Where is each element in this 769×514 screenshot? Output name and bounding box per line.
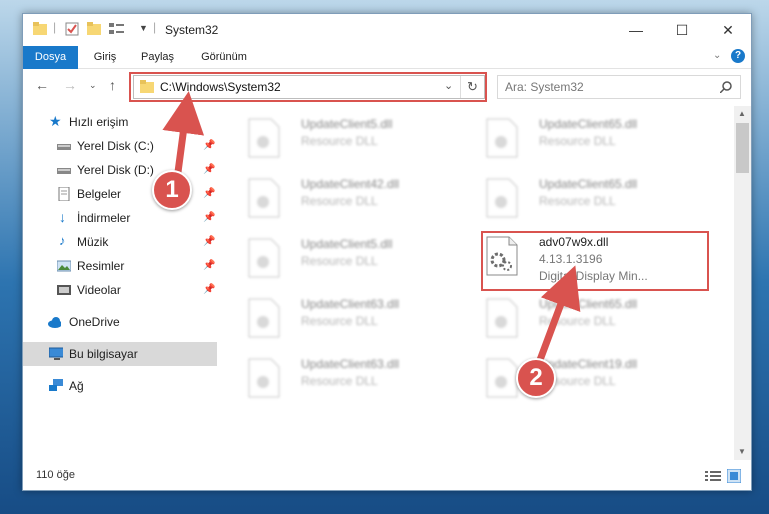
annotation-arrows — [162, 91, 581, 364]
arrow-to-file — [536, 265, 581, 364]
step-badge-1: 1 — [152, 170, 192, 210]
step-badge-2: 2 — [516, 358, 556, 398]
arrow-to-address — [162, 91, 205, 176]
